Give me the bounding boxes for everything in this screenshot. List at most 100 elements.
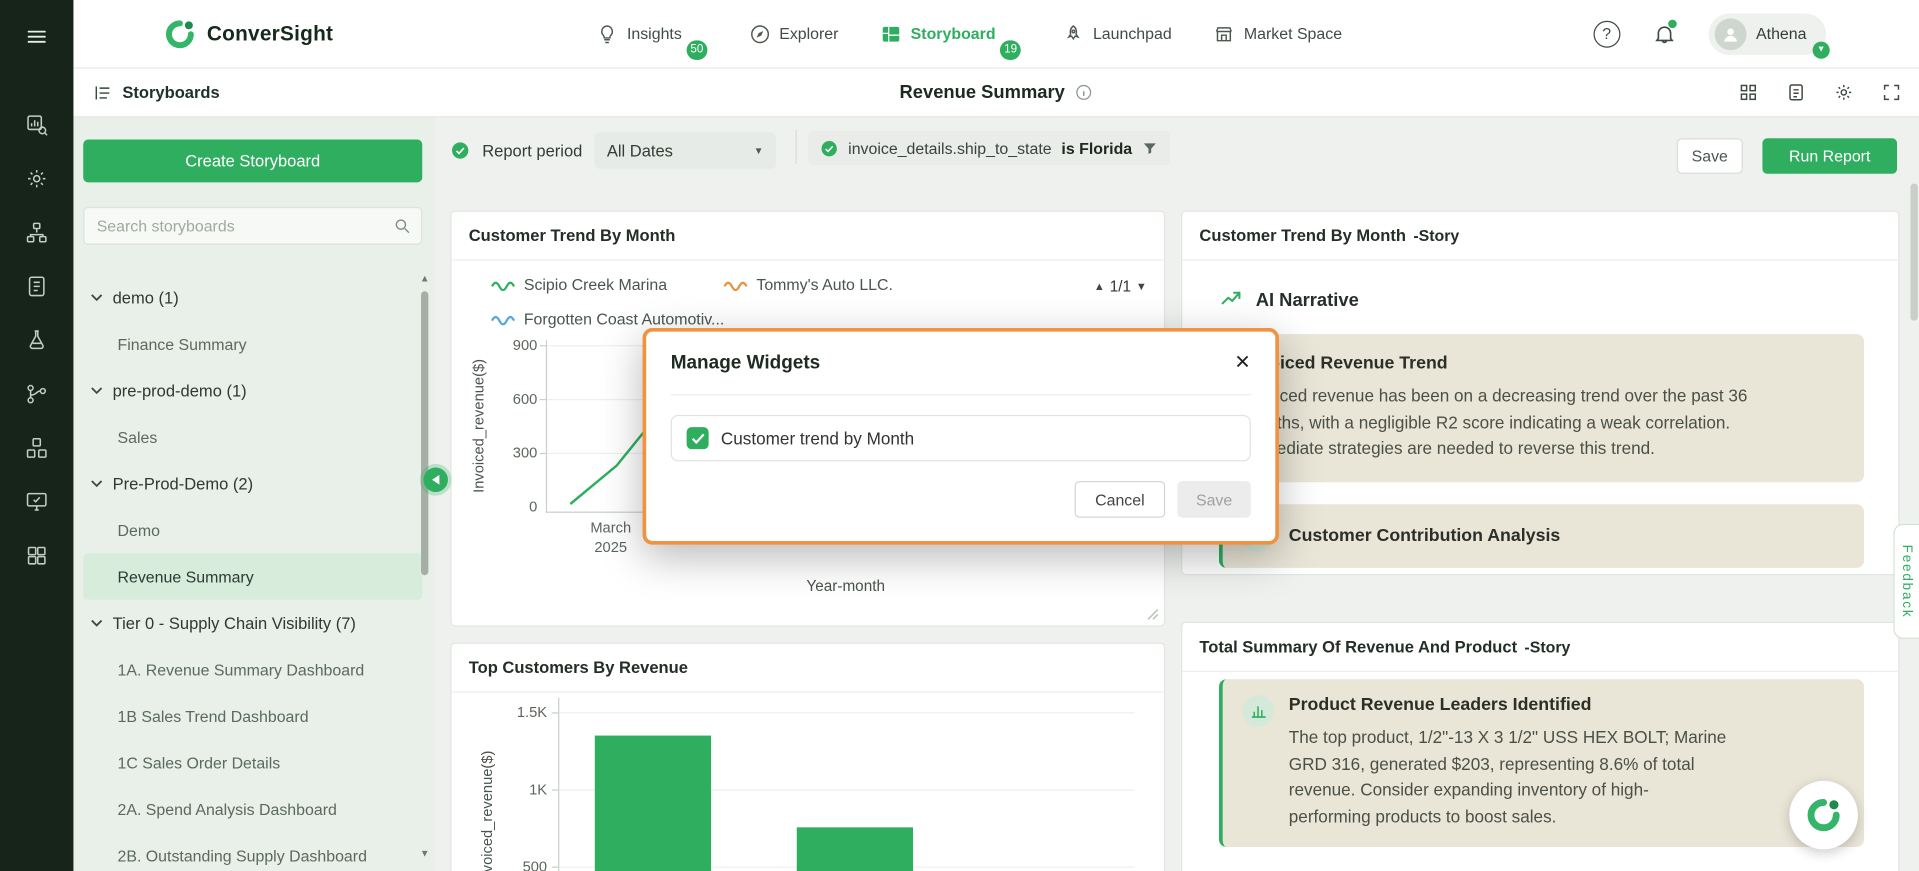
primary-nav: Insights 50 Explorer Storyboard 19 Launc… <box>596 23 1342 45</box>
branch-icon[interactable] <box>24 382 48 406</box>
pager-down-icon[interactable]: ▼ <box>1136 280 1147 292</box>
sidebar-scrollbar[interactable]: ▲ ▼ <box>419 274 431 859</box>
document-icon[interactable] <box>24 274 48 298</box>
tree-group-pre-prod-demo-2[interactable]: Pre-Prod-Demo (2) <box>83 460 422 507</box>
resize-handle[interactable] <box>1147 608 1159 620</box>
page-title-wrap: Revenue Summary <box>900 82 1093 103</box>
widget-option-label: Customer trend by Month <box>721 428 914 448</box>
tree-item[interactable]: Finance Summary <box>83 321 422 368</box>
info-icon[interactable] <box>1075 83 1093 101</box>
checkbox-checked-icon[interactable] <box>687 427 709 449</box>
search-icon[interactable] <box>393 217 411 235</box>
x-tick: March 2025 <box>576 519 645 557</box>
manage-widgets-modal: Manage Widgets ✕ Customer trend by Month… <box>643 328 1279 545</box>
widget-checkbox-row[interactable]: Customer trend by Month <box>671 415 1251 462</box>
scroll-up-icon[interactable]: ▲ <box>420 274 430 284</box>
line-series-icon <box>491 277 515 292</box>
notifications-bell-icon[interactable] <box>1652 21 1676 45</box>
check-circle-icon[interactable] <box>450 141 470 161</box>
top-navbar: ConverSight Insights 50 Explorer Storybo… <box>73 0 1919 69</box>
filter-condition: is Florida <box>1061 139 1132 157</box>
pager-up-icon[interactable]: ▲ <box>1094 280 1105 292</box>
nav-market-space[interactable]: Market Space <box>1213 23 1342 45</box>
tree-item-selected[interactable]: Revenue Summary <box>83 553 422 600</box>
tree-group-label: Tier 0 - Supply Chain Visibility (7) <box>113 614 356 632</box>
tree-group-label: demo (1) <box>113 288 179 306</box>
legend-item-scipio[interactable]: Scipio Creek Marina <box>491 275 667 293</box>
widget-title: Total Summary Of Revenue And Product <box>1199 638 1517 656</box>
header-actions <box>1738 82 1902 103</box>
notification-dot <box>1668 19 1677 28</box>
cubes-icon[interactable] <box>24 436 48 460</box>
tree-item[interactable]: 2A. Spend Analysis Dashboard <box>83 786 422 833</box>
summary-story-widget: Total Summary Of Revenue And Product -St… <box>1181 622 1899 871</box>
settings-gear-icon[interactable] <box>1833 82 1854 103</box>
legend-label: Scipio Creek Marina <box>524 275 667 293</box>
content-scrollbar-thumb[interactable] <box>1911 184 1918 321</box>
legend-item-tommys[interactable]: Tommy's Auto LLC. <box>723 275 893 293</box>
close-icon[interactable]: ✕ <box>1234 353 1250 373</box>
narrative-text: The top product, 1/2"-13 X 3 1/2" USS HE… <box>1289 725 1727 831</box>
report-period-label: Report period <box>482 141 582 159</box>
scrollbar-thumb[interactable] <box>421 291 428 575</box>
chevron-down-icon: ▼ <box>754 145 764 156</box>
hamburger-menu-icon[interactable] <box>24 24 48 48</box>
scroll-down-icon[interactable]: ▼ <box>420 849 430 859</box>
search-input[interactable] <box>97 217 393 235</box>
y-tick: 0 <box>496 498 538 515</box>
ship-to-state-filter-chip[interactable]: invoice_details.ship_to_state is Florida <box>808 131 1170 165</box>
compass-icon <box>749 23 771 45</box>
nav-insights[interactable]: Insights 50 <box>596 23 707 45</box>
cancel-button[interactable]: Cancel <box>1075 481 1166 518</box>
widget-title: Customer Trend By Month <box>1199 226 1406 244</box>
modal-footer: Cancel Save <box>671 481 1251 518</box>
y-axis-label: Invoiced_revenue($) <box>470 359 487 493</box>
monitor-check-icon[interactable] <box>24 490 48 514</box>
flask-icon[interactable] <box>24 328 48 352</box>
tree-group-pre-prod-demo[interactable]: pre-prod-demo (1) <box>83 367 422 414</box>
tree-group-demo[interactable]: demo (1) <box>83 274 422 321</box>
grid-blocks-icon[interactable] <box>24 543 48 567</box>
x-axis-label: Year-month <box>546 578 1146 595</box>
nav-explorer[interactable]: Explorer <box>749 23 839 45</box>
nav-launchpad[interactable]: Launchpad <box>1062 23 1171 45</box>
assistant-chat-bubble[interactable] <box>1789 781 1858 850</box>
tree-group-tier-0[interactable]: Tier 0 - Supply Chain Visibility (7) <box>83 600 422 647</box>
tree-item[interactable]: 1C Sales Order Details <box>83 739 422 786</box>
tree-item[interactable]: 1B Sales Trend Dashboard <box>83 693 422 740</box>
save-button[interactable]: Save <box>1677 138 1743 173</box>
bar-chart-search-icon[interactable] <box>24 113 48 137</box>
sidebar-collapse-handle[interactable] <box>423 468 447 492</box>
run-report-button[interactable]: Run Report <box>1762 138 1897 173</box>
funnel-icon[interactable] <box>1142 140 1158 156</box>
create-storyboard-button[interactable]: Create Storyboard <box>83 140 422 183</box>
gear-icon[interactable] <box>24 166 48 190</box>
expand-icon[interactable] <box>1881 82 1902 103</box>
legend-item-forgotten-coast[interactable]: Forgotten Coast Automotiv... <box>491 310 725 328</box>
manage-widgets-icon[interactable] <box>1738 82 1759 103</box>
storyboard-tree: demo (1) Finance Summary pre-prod-demo (… <box>83 274 422 871</box>
y-tick: 1.5K <box>501 704 548 721</box>
brand-logo[interactable]: ConverSight <box>164 18 333 50</box>
breadcrumb[interactable]: Storyboards <box>93 83 220 103</box>
navbar-right: ? Athena ▼ <box>1593 13 1826 55</box>
left-rail <box>0 0 73 871</box>
trending-up-icon <box>1219 288 1243 312</box>
help-icon[interactable]: ? <box>1593 20 1620 47</box>
notes-icon[interactable] <box>1786 82 1807 103</box>
tree-item[interactable]: 2B. Outstanding Supply Dashboard <box>83 832 422 871</box>
chevron-down-icon <box>91 619 103 626</box>
modal-save-button[interactable]: Save <box>1177 481 1250 518</box>
y-tick: 500 <box>501 858 548 871</box>
nav-label: Insights <box>627 24 682 42</box>
narrative-customer-contribution: Customer Contribution Analysis <box>1219 504 1864 568</box>
tree-item[interactable]: 1A. Revenue Summary Dashboard <box>83 646 422 693</box>
org-hierarchy-icon[interactable] <box>24 220 48 244</box>
tree-item[interactable]: Demo <box>83 507 422 554</box>
tree-item[interactable]: Sales <box>83 414 422 461</box>
nav-storyboard[interactable]: Storyboard 19 <box>880 23 1021 45</box>
report-period-dropdown[interactable]: All Dates ▼ <box>595 132 776 169</box>
feedback-tab[interactable]: Feedback <box>1893 524 1919 639</box>
user-menu[interactable]: Athena ▼ <box>1708 13 1826 55</box>
legend-pager: ▲ 1/1 ▼ <box>1094 278 1147 295</box>
